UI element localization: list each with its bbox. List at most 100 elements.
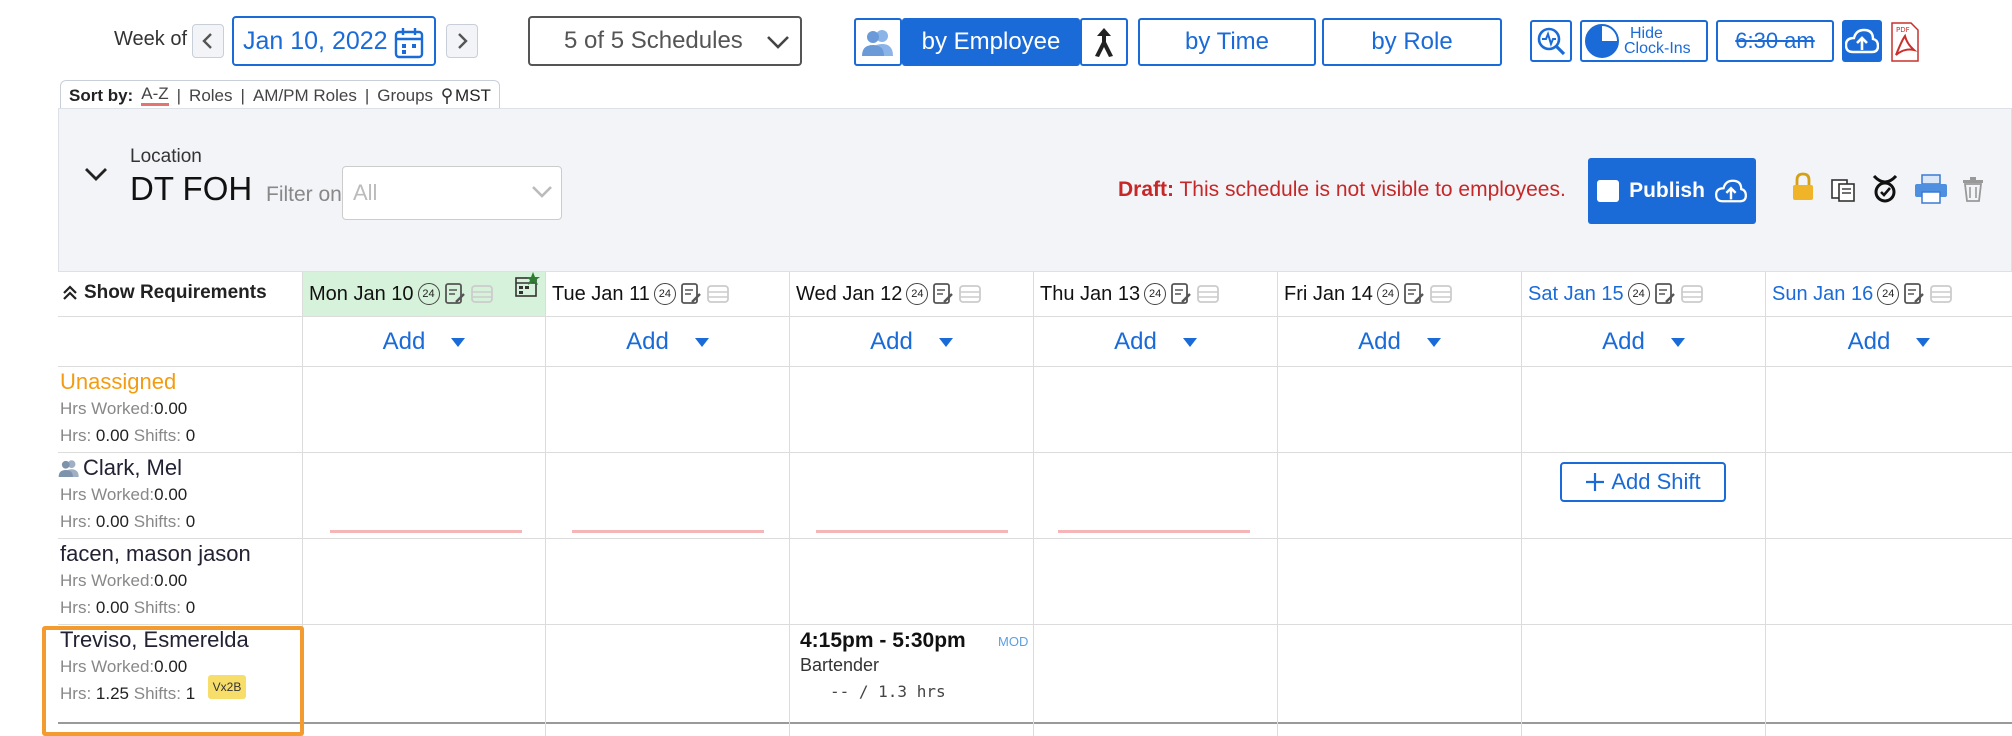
week-date-value: Jan 10, 2022 [243,26,388,55]
day-header-wed[interactable]: Wed Jan 12 24 [790,272,1032,316]
24h-badge-icon[interactable]: 24 [417,283,440,305]
24h-badge-icon[interactable]: 24 [1144,283,1167,305]
hide-clockins-label-1: Hide [1630,25,1663,42]
day-header-tue[interactable]: Tue Jan 11 24 [546,272,788,316]
show-requirements-toggle[interactable]: Show Requirements [62,282,267,304]
note-edit-icon[interactable] [1170,282,1192,306]
hide-clockins-button[interactable]: Hide Clock-Ins [1580,20,1708,62]
day-label: Wed Jan 12 [796,282,903,305]
stack-icon[interactable] [470,284,494,304]
delete-button[interactable] [1962,176,1984,207]
magnify-pulse-icon [1537,27,1566,56]
24h-badge-icon[interactable]: 24 [906,283,929,305]
view-by-role-button[interactable]: by Role [1322,18,1502,66]
clock-pie-icon [1585,24,1619,58]
timezone-selector[interactable]: MST [441,86,491,106]
24h-badge-icon[interactable]: 24 [1627,283,1650,305]
add-label: Add [1114,328,1157,355]
24h-badge-icon[interactable]: 24 [653,283,676,305]
print-button[interactable] [1914,174,1948,209]
sort-option-ampm-roles[interactable]: AM/PM Roles [253,86,357,106]
chevron-left-icon [202,33,212,49]
add-dropdown-mon[interactable]: Add [303,320,545,364]
employee-name-facen[interactable]: facen, mason jason [60,541,251,567]
employee-name-unassigned[interactable]: Unassigned [60,369,176,395]
add-label: Add [1358,328,1401,355]
search-activity-button[interactable] [1530,20,1572,62]
day-header-sun[interactable]: Sun Jan 16 24 [1766,272,2012,316]
add-dropdown-sat[interactable]: Add [1522,320,1765,364]
add-dropdown-thu[interactable]: Add [1034,320,1277,364]
pdf-label: PDF [1896,26,1910,34]
24h-badge-icon[interactable]: 24 [1877,283,1900,305]
time-filter-button[interactable]: 6:30 am [1716,20,1834,62]
merge-view-button[interactable] [1080,18,1128,66]
chevron-down-icon [767,36,789,49]
calendar-star-icon[interactable] [513,270,543,300]
schedules-value: 5 of 5 Schedules [564,27,743,54]
employee-name-label: Clark, Mel [83,455,183,480]
note-edit-icon[interactable] [1403,282,1425,306]
upload-button[interactable] [1842,20,1882,62]
next-week-button[interactable] [446,24,478,58]
publish-checkbox[interactable] [1597,180,1620,202]
copy-button[interactable] [1830,178,1858,207]
trash-icon [1963,177,1983,202]
day-header-mon[interactable]: Mon Jan 10 24 [303,272,545,316]
day-label: Mon Jan 10 [309,282,414,305]
filter-select[interactable]: All [342,166,562,220]
collapse-location-button[interactable] [84,166,108,187]
schedules-select[interactable]: 5 of 5 Schedules [528,16,802,66]
note-edit-icon[interactable] [680,282,702,306]
view-by-employee-button[interactable]: by Employee [902,18,1080,66]
pdf-export-button[interactable]: PDF [1890,22,1920,62]
lock-button[interactable] [1792,172,1814,207]
employee-view-icon-button[interactable] [854,18,902,66]
day-header-thu[interactable]: Thu Jan 13 24 [1034,272,1276,316]
day-header-fri[interactable]: Fri Jan 14 24 [1278,272,1520,316]
chevron-down-icon [85,168,107,181]
sort-option-a-z[interactable]: A-Z [141,85,169,106]
people-icon [862,30,893,56]
view-by-time-button[interactable]: by Time [1138,18,1316,66]
add-dropdown-wed[interactable]: Add [790,320,1033,364]
sort-divider: | [240,85,245,105]
shift-tag: MOD [998,634,1029,649]
caret-down-icon [1916,337,1931,347]
pdf-icon: PDF [1891,22,1919,62]
note-edit-icon[interactable] [444,282,466,306]
add-dropdown-tue[interactable]: Add [546,320,789,364]
note-edit-icon[interactable] [932,282,954,306]
shift-time[interactable]: 4:15pm - 5:30pm [800,629,966,653]
day-label: Thu Jan 13 [1040,282,1141,305]
note-edit-icon[interactable] [1903,282,1925,306]
shift-role: Bartender [800,655,880,675]
stack-icon[interactable] [1196,284,1220,304]
sort-option-roles[interactable]: Roles [189,86,232,106]
stack-icon[interactable] [958,284,982,304]
add-label: Add [626,328,669,355]
auto-schedule-button[interactable] [1870,172,1900,209]
day-header-sat[interactable]: Sat Jan 15 24 [1522,272,1764,316]
add-dropdown-fri[interactable]: Add [1278,320,1521,364]
add-dropdown-sun[interactable]: Add [1766,320,2012,364]
stack-icon[interactable] [1929,284,1953,304]
stack-icon[interactable] [706,284,730,304]
sort-option-groups[interactable]: Groups [377,86,433,106]
add-shift-button[interactable]: Add Shift [1560,462,1726,502]
week-date-picker[interactable]: Jan 10, 2022 [232,16,436,66]
24h-badge-icon[interactable]: 24 [1376,283,1399,305]
stack-icon[interactable] [1680,284,1704,304]
publish-button[interactable]: Publish [1588,158,1756,224]
employee-name-clark[interactable]: Clark, Mel [58,455,182,481]
sort-label: Sort by: [69,85,134,105]
day-label: Fri Jan 14 [1284,282,1373,305]
stack-icon[interactable] [1429,284,1453,304]
note-edit-icon[interactable] [1654,282,1676,306]
caret-down-icon [451,337,466,347]
prev-week-button[interactable] [192,24,224,58]
sort-bar: Sort by: A-Z | Roles | AM/PM Roles | Gro… [60,80,500,110]
people-icon [58,460,79,478]
chevron-down-icon [532,186,552,198]
add-label: Add [1602,328,1645,355]
